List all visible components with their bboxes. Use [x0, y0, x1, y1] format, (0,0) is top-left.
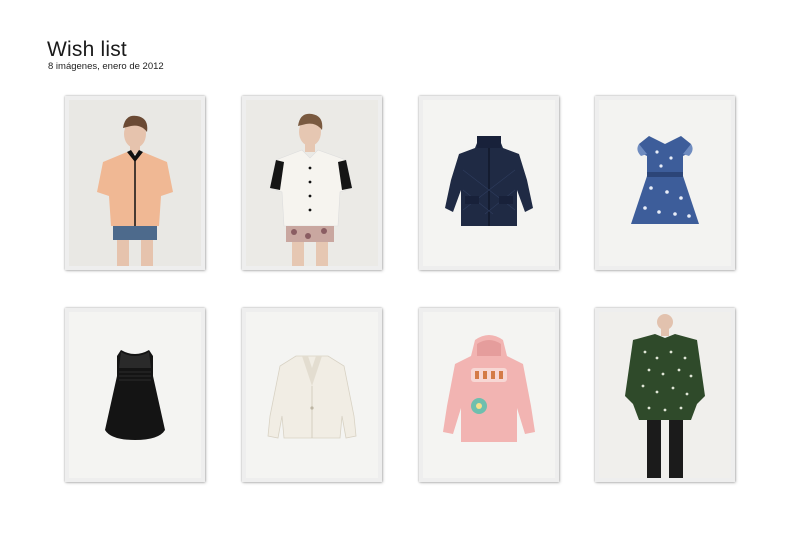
photo-2-image: [246, 100, 378, 266]
black-lace-top-illustration: [69, 312, 201, 478]
pink-hoodie-illustration: [423, 312, 555, 478]
photo-5-image: [69, 312, 201, 478]
photo-thumbnail-3[interactable]: [419, 96, 559, 270]
photo-thumbnail-2[interactable]: [242, 96, 382, 270]
photo-6-image: [246, 312, 378, 478]
peach-shirt-model-illustration: [69, 100, 201, 266]
photo-thumbnail-6[interactable]: [242, 308, 382, 482]
photo-3-image: [423, 100, 555, 266]
photo-grid: [65, 96, 737, 482]
photo-thumbnail-8[interactable]: [595, 308, 735, 482]
printed-dress-illustration: [599, 100, 731, 266]
photo-7-image: [423, 312, 555, 478]
green-sweater-model-illustration: [599, 312, 731, 478]
white-blazer-illustration: [246, 312, 378, 478]
photo-8-image: [599, 312, 731, 478]
white-blouse-model-illustration: [246, 100, 378, 266]
photo-thumbnail-7[interactable]: [419, 308, 559, 482]
photo-thumbnail-5[interactable]: [65, 308, 205, 482]
photo-4-image: [599, 100, 731, 266]
photo-thumbnail-4[interactable]: [595, 96, 735, 270]
album-subtitle: 8 imágenes, enero de 2012: [48, 61, 164, 72]
photo-thumbnail-1[interactable]: [65, 96, 205, 270]
photo-1-image: [69, 100, 201, 266]
album-title: Wish list: [47, 38, 127, 61]
navy-jacket-illustration: [423, 100, 555, 266]
